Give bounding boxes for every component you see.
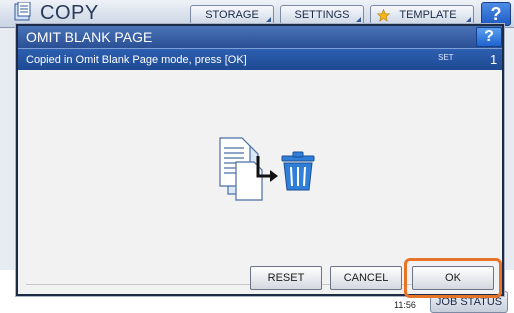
ok-button[interactable]: OK xyxy=(412,266,494,290)
document-to-trash-icon xyxy=(219,137,315,201)
tab-settings-label: SETTINGS xyxy=(294,9,350,21)
copy-icon xyxy=(14,2,31,21)
message-bar: Copied in Omit Blank Page mode, press [O… xyxy=(18,48,502,70)
dialog-title: OMIT BLANK PAGE xyxy=(26,29,153,45)
tab-template-label: TEMPLATE xyxy=(399,9,457,21)
tab-corner-icon xyxy=(266,17,271,22)
tab-template[interactable]: TEMPLATE xyxy=(370,5,474,25)
set-count: 1 xyxy=(490,52,498,67)
app-help-button[interactable]: ? xyxy=(481,2,511,26)
cancel-button[interactable]: CANCEL xyxy=(330,266,402,290)
trash-icon xyxy=(281,151,315,191)
dialog-help-button[interactable]: ? xyxy=(476,27,502,47)
dialog-header: OMIT BLANK PAGE xyxy=(18,26,502,48)
tab-settings[interactable]: SETTINGS xyxy=(280,5,364,25)
message-text: Copied in Omit Blank Page mode, press [O… xyxy=(26,54,247,66)
clock: 11:56 xyxy=(394,300,416,310)
copy-screen: COPY STORAGE SETTINGS TEMPLATE ? 11:56 J… xyxy=(0,0,514,313)
app-title: COPY xyxy=(40,2,99,24)
tab-corner-icon xyxy=(466,17,471,22)
tab-corner-icon xyxy=(356,17,361,22)
background-panel-left xyxy=(0,28,16,270)
tab-storage[interactable]: STORAGE xyxy=(190,5,274,25)
set-label: SET xyxy=(438,53,454,62)
star-icon xyxy=(377,9,390,22)
tab-storage-label: STORAGE xyxy=(205,9,259,21)
omit-blank-page-dialog: OMIT BLANK PAGE ? Copied in Omit Blank P… xyxy=(16,24,504,298)
reset-button[interactable]: RESET xyxy=(250,266,322,290)
